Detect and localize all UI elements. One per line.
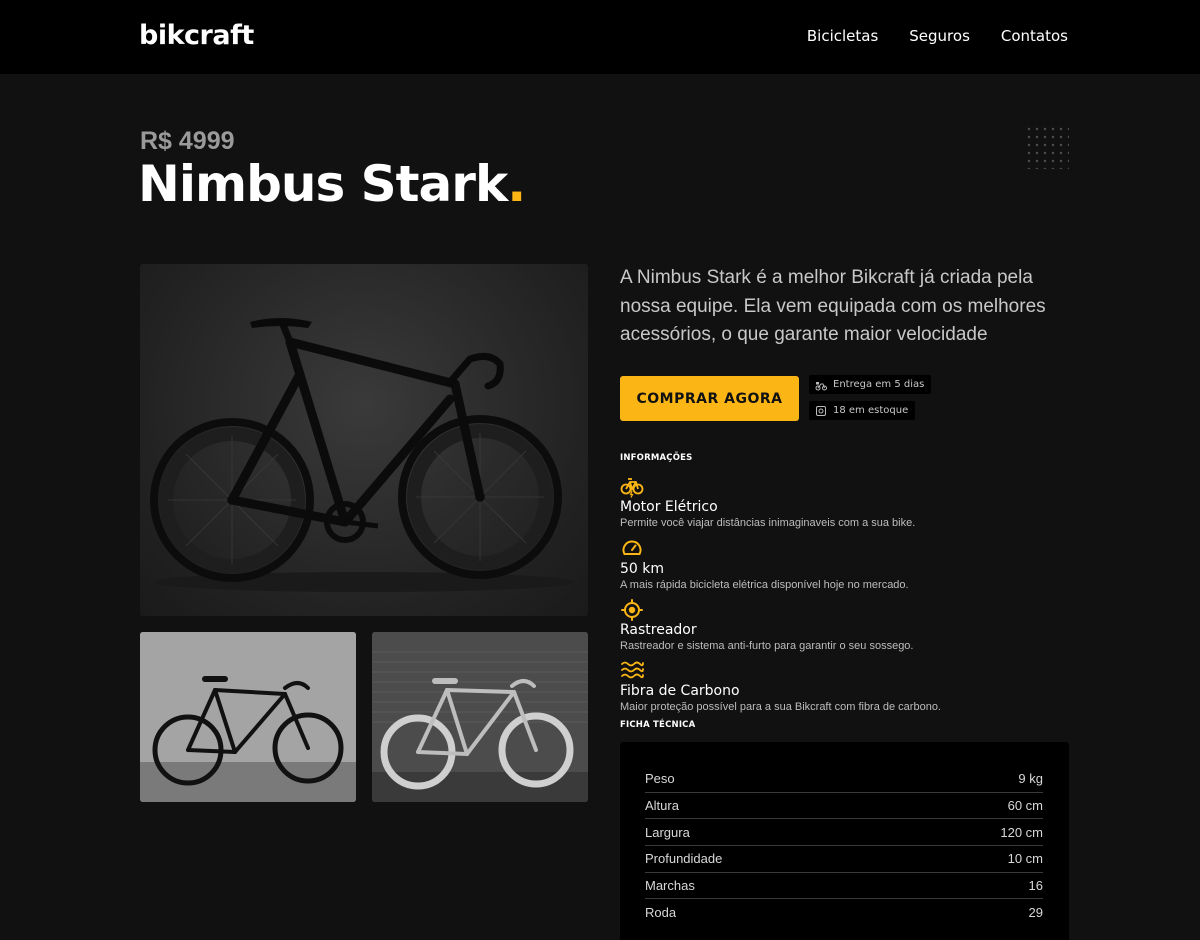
bike-electric-icon <box>620 478 644 498</box>
stock-box-icon <box>816 405 826 416</box>
buy-now-button[interactable]: COMPRAR AGORA <box>620 376 799 421</box>
specs-table: Peso 9 kg Altura 60 cm Largura 120 cm Pr… <box>620 742 1069 940</box>
stock-badge: 18 em estoque <box>809 401 916 420</box>
info-item-name: Motor Elétrico <box>620 499 718 515</box>
fixie-bike-white-illustration <box>372 632 588 802</box>
info-item-motor: Motor Elétrico Permite você viajar distâ… <box>620 476 1072 530</box>
spec-label: Peso <box>645 771 675 787</box>
spec-row-marchas: Marchas 16 <box>645 873 1043 900</box>
spec-value: 120 cm <box>1000 824 1043 840</box>
info-item-name: Rastreador <box>620 622 697 638</box>
thumbnail-image-1[interactable] <box>140 632 356 802</box>
specs-section-label: FICHA TÉCNICA <box>620 720 696 730</box>
spec-row-altura: Altura 60 cm <box>645 793 1043 820</box>
logo[interactable]: bikcraft <box>139 20 254 51</box>
main-nav: Bicicletas Seguros Contatos <box>807 27 1068 45</box>
spec-label: Profundidade <box>645 851 723 867</box>
carbon-fiber-icon <box>621 661 644 679</box>
spec-label: Roda <box>645 905 677 921</box>
spec-label: Largura <box>645 824 690 840</box>
spec-value: 16 <box>1028 878 1043 894</box>
road-bike-illustration <box>150 318 574 592</box>
title-accent-dot: . <box>507 155 526 213</box>
info-item-text: A mais rápida bicicleta elétrica disponí… <box>620 579 909 591</box>
info-item-text: Permite você viajar distâncias inimagina… <box>620 517 916 529</box>
spec-value: 10 cm <box>1007 851 1043 867</box>
info-item-name: Fibra de Carbono <box>620 683 740 699</box>
spec-label: Altura <box>645 798 679 814</box>
delivery-text: Entrega em 5 dias <box>833 379 925 390</box>
decorative-dot-grid <box>1025 125 1069 169</box>
product-name: Nimbus Stark <box>138 155 508 213</box>
product-title: Nimbus Stark. <box>138 155 526 213</box>
spec-label: Marchas <box>645 878 695 894</box>
stock-text: 18 em estoque <box>833 405 909 416</box>
info-item-carbon: Fibra de Carbono Maior proteção possível… <box>620 660 1072 714</box>
spec-row-roda: Roda 29 <box>645 899 1043 926</box>
product-description: A Nimbus Stark é a melhor Bikcraft já cr… <box>620 267 1046 345</box>
spec-value: 29 <box>1028 905 1043 921</box>
site-header: bikcraft Bicicletas Seguros Contatos <box>0 0 1200 74</box>
nav-link-seguros[interactable]: Seguros <box>909 27 970 45</box>
nav-link-contatos[interactable]: Contatos <box>1001 27 1068 45</box>
spec-value: 9 kg <box>1018 771 1043 787</box>
product-price: R$ 4999 <box>140 127 235 155</box>
delivery-badge: Entrega em 5 dias <box>809 375 932 394</box>
info-item-name: 50 km <box>620 561 665 577</box>
spec-row-largura: Largura 120 cm <box>645 819 1043 847</box>
info-item-text: Maior proteção possível para a sua Bikcr… <box>620 701 941 713</box>
spec-row-peso: Peso 9 kg <box>645 766 1043 793</box>
info-item-text: Rastreador e sistema anti-furto para gar… <box>620 640 914 652</box>
delivery-scooter-icon <box>815 381 827 390</box>
spec-row-profundidade: Profundidade 10 cm <box>645 846 1043 873</box>
thumbnail-image-2[interactable] <box>372 632 588 802</box>
speedometer-icon <box>622 540 642 555</box>
fixie-bike-dark-illustration <box>140 632 356 802</box>
info-section-label: INFORMAÇÕES <box>620 453 693 463</box>
nav-link-bicicletas[interactable]: Bicicletas <box>807 27 878 45</box>
info-item-speed: 50 km A mais rápida bicicleta elétrica d… <box>620 538 1072 592</box>
info-item-tracker: Rastreador Rastreador e sistema anti-fur… <box>620 599 1072 653</box>
spec-value: 60 cm <box>1007 798 1043 814</box>
main-product-image <box>140 264 588 616</box>
tracker-icon <box>621 599 643 621</box>
